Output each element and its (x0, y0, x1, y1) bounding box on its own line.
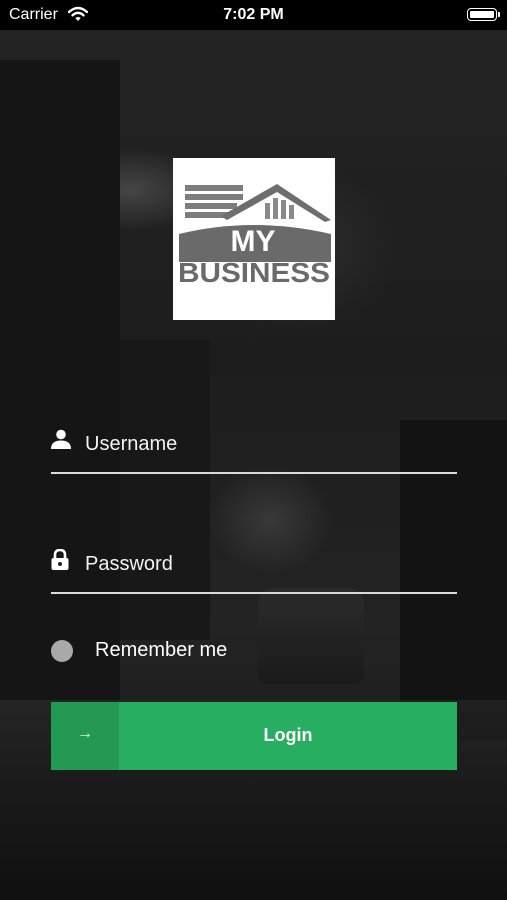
business-logo: MY BUSINESS (173, 158, 335, 320)
login-arrow-box: → (51, 702, 119, 770)
clock: 7:02 PM (223, 6, 284, 23)
car-silhouette (258, 588, 364, 684)
username-input[interactable] (85, 422, 445, 466)
username-field[interactable] (51, 422, 457, 474)
arrow-right-icon: → (77, 725, 93, 742)
battery-icon (467, 8, 500, 21)
status-bar: Carrier 7:02 PM (0, 0, 507, 30)
login-label: Login (263, 725, 313, 745)
user-icon (51, 429, 71, 454)
lock-icon (51, 548, 69, 576)
login-button[interactable]: → Login (51, 702, 457, 770)
password-field[interactable] (51, 542, 457, 594)
password-input[interactable] (85, 542, 445, 586)
remember-me-radio[interactable] (51, 640, 73, 662)
remember-me-label: Remember me (95, 639, 228, 661)
logo-text-business: BUSINESS (178, 257, 330, 288)
logo-text-my: MY (231, 225, 276, 258)
